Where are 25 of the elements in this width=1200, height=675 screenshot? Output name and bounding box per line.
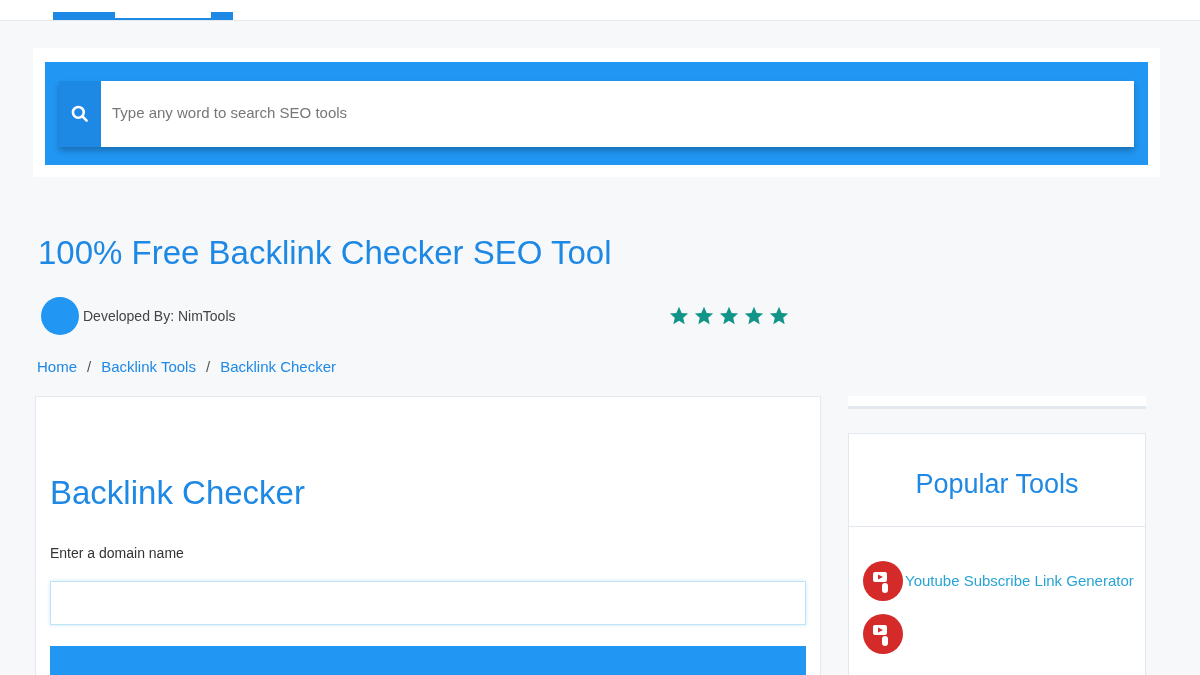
developer-text: Developed By: NimTools [83,306,236,326]
breadcrumb-separator: / [205,357,211,377]
sidebar-heading: Popular Tools [849,433,1145,527]
breadcrumb-separator: / [87,357,92,377]
star-icon [743,305,765,327]
breadcrumb-link[interactable]: Backlink Checker [220,356,337,379]
star-icon [718,305,740,327]
breadcrumb-link[interactable]: Home [37,356,77,379]
check-button[interactable] [50,645,806,675]
tool-heading: Backlink Checker [50,472,306,513]
breadcrumb-link[interactable]: Backlink Tools [101,356,196,379]
star-icon [768,305,790,327]
video-icon [863,561,903,601]
search-icon [70,103,90,124]
tool-link[interactable]: Youtube Subscribe Link Generator [905,569,1134,593]
logo-icon[interactable] [53,12,233,20]
star-icon [693,305,715,327]
star-icon [668,305,690,327]
domain-field[interactable] [50,580,806,625]
search-field[interactable]: Type any word to search SEO tools [101,80,1134,147]
page-title: 100% Free Backlink Checker SEO Tool [38,233,612,273]
field-label: Enter a domain name [50,543,185,563]
logo-badge [41,297,79,335]
search-button[interactable] [59,80,101,147]
video-icon [863,614,903,654]
